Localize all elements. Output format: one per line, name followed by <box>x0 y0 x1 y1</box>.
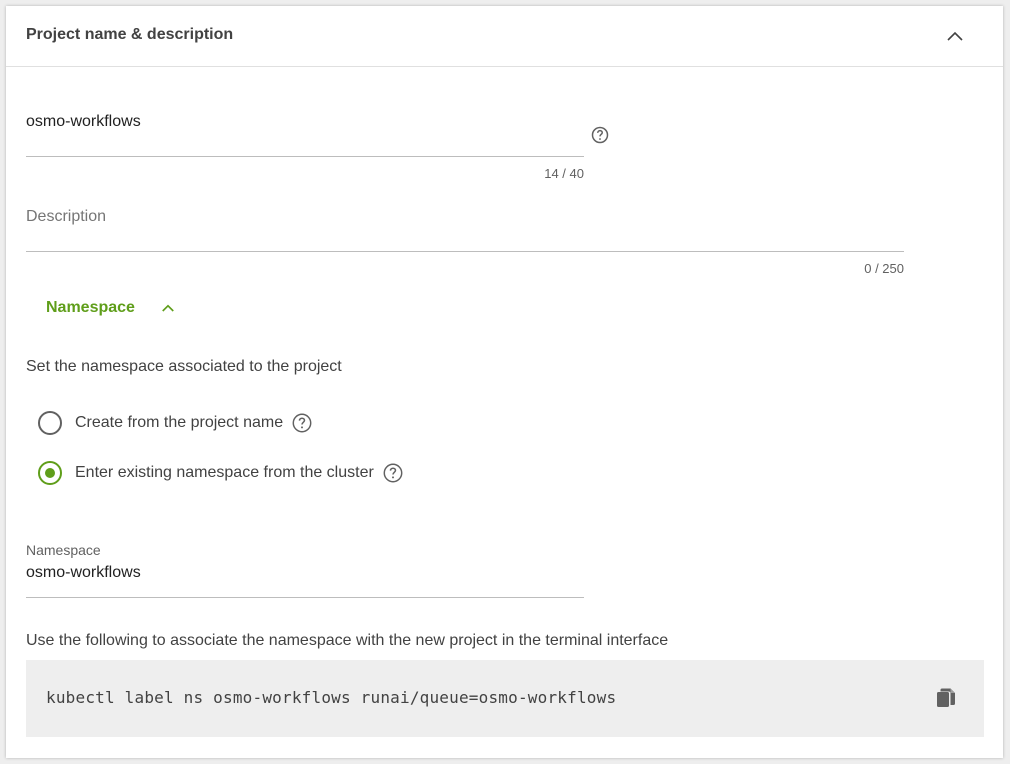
namespace-instruction: Set the namespace associated to the proj… <box>26 358 342 375</box>
radio-existing-label: Enter existing namespace from the cluste… <box>75 464 374 481</box>
terminal-hint: Use the following to associate the names… <box>26 632 669 649</box>
namespace-field-label: Namespace <box>26 542 101 558</box>
chevron-up-icon <box>947 31 963 41</box>
copy-icon <box>937 688 955 707</box>
project-name-counter: 14 / 40 <box>544 166 584 181</box>
namespace-toggle[interactable]: Namespace <box>46 296 177 320</box>
description-input[interactable]: Description <box>26 208 106 226</box>
namespace-underline <box>26 597 584 598</box>
collapse-button[interactable] <box>943 25 967 49</box>
copy-button[interactable] <box>934 686 958 710</box>
namespace-input[interactable]: osmo-workflows <box>26 564 141 582</box>
namespace-toggle-label: Namespace <box>46 299 135 316</box>
card-title: Project name & description <box>26 26 234 43</box>
description-underline <box>26 251 904 252</box>
description-counter: 0 / 250 <box>864 261 904 276</box>
card-header: Project name & description <box>6 6 1003 67</box>
project-name-input[interactable]: osmo-workflows <box>26 113 141 131</box>
kubectl-command[interactable]: kubectl label ns osmo-workflows runai/qu… <box>46 688 616 707</box>
radio-create-from-name[interactable] <box>38 411 62 435</box>
project-name-underline <box>26 156 584 157</box>
help-circle-icon[interactable] <box>291 412 313 434</box>
help-circle-icon[interactable] <box>382 462 404 484</box>
radio-existing-namespace[interactable] <box>38 461 62 485</box>
radio-create-label: Create from the project name <box>75 414 284 431</box>
radio-option-existing[interactable]: Enter existing namespace from the cluste… <box>38 460 404 486</box>
radio-option-create[interactable]: Create from the project name <box>38 410 313 436</box>
help-circle-icon[interactable] <box>590 125 610 145</box>
chevron-up-icon <box>162 304 174 312</box>
project-card: Project name & description osmo-workflow… <box>6 6 1003 758</box>
command-box: kubectl label ns osmo-workflows runai/qu… <box>26 660 984 737</box>
